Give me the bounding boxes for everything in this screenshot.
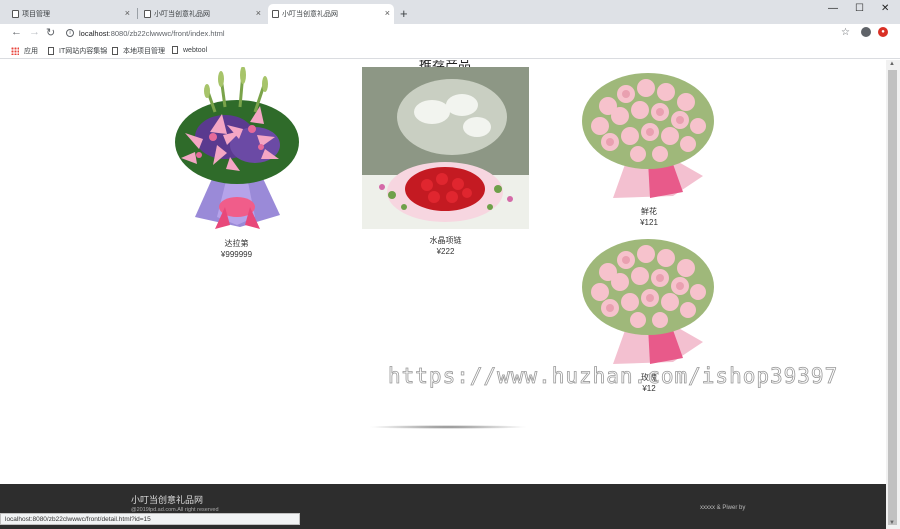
profile-avatar-icon[interactable]	[861, 27, 871, 37]
footer-powered-by: xxxxx & Piwer by	[700, 505, 746, 511]
bookmark-it-sites[interactable]: IT网站内容集锦	[48, 46, 107, 56]
bookmarks-bar: 应用 IT网站内容集锦 本地项目管理 webtool	[0, 42, 900, 59]
navigation-bar: ← → ↻ i localhost :8080/zb22clwwwc/front…	[0, 24, 900, 42]
bookmark-label: webtool	[183, 46, 208, 54]
tab-separator	[137, 8, 138, 19]
tab-strip: 项目管理 × 小叮当创意礼品网 × 小叮当创意礼品网 × + — ☐ ✕	[0, 0, 900, 24]
tab-title: 小叮当创意礼品网	[154, 11, 210, 18]
scroll-up-arrow-icon[interactable]: ▲	[889, 61, 895, 67]
close-window-button[interactable]: ✕	[881, 3, 889, 14]
bookmark-local-projects[interactable]: 本地项目管理	[112, 46, 165, 56]
product-image-pink-carnations[interactable]	[578, 66, 720, 200]
bookmark-star-icon[interactable]: ☆	[841, 27, 850, 38]
bookmark-label: IT网站内容集锦	[59, 48, 108, 55]
url-path: :8080/zb22clwwwc/front/index.html	[108, 28, 225, 38]
page-icon	[12, 10, 19, 18]
new-tab-button[interactable]: +	[400, 6, 408, 21]
product-price: ¥121	[640, 218, 658, 227]
extension-icon[interactable]: ●	[878, 27, 888, 37]
forward-arrow-icon[interactable]: →	[29, 26, 40, 38]
product-card[interactable]: 鲜花 ¥121	[578, 66, 720, 227]
back-arrow-icon[interactable]: ←	[11, 26, 22, 38]
product-card[interactable]: 水晶项链 ¥222	[362, 67, 529, 256]
bookmark-label: 本地项目管理	[123, 48, 165, 55]
page-icon	[112, 47, 118, 55]
scroll-thumb[interactable]	[888, 70, 897, 525]
product-image-roses-gift[interactable]	[362, 67, 529, 229]
apps-grid-icon	[11, 47, 19, 55]
browser-window: 项目管理 × 小叮当创意礼品网 × 小叮当创意礼品网 × + — ☐ ✕ ← →…	[0, 0, 900, 529]
product-price: ¥222	[436, 247, 455, 256]
scroll-down-arrow-icon[interactable]: ▼	[889, 520, 895, 526]
product-name[interactable]: 达拉第	[155, 238, 318, 249]
address-bar[interactable]: i localhost :8080/zb22clwwwc/front/index…	[66, 26, 852, 40]
page-icon	[172, 46, 178, 54]
close-tab-icon[interactable]: ×	[256, 8, 261, 18]
product-image-lily-bouquet[interactable]	[155, 67, 318, 232]
product-card[interactable]: 达拉第 ¥999999	[155, 67, 318, 259]
maximize-button[interactable]: ☐	[855, 3, 864, 14]
vertical-scrollbar[interactable]: ▲ ▼	[886, 60, 900, 529]
tab-title: 项目管理	[22, 11, 50, 18]
watermark-text: https://www.huzhan.com/ishop39397	[388, 364, 839, 389]
section-divider	[368, 425, 528, 429]
url-host: localhost	[79, 28, 109, 38]
product-name[interactable]: 水晶项链	[362, 235, 529, 246]
page-content: 推荐产品 达拉第 ¥999999 水晶项链 ¥222 鲜花 ¥121 玫瑰 ¥1…	[0, 60, 886, 529]
bookmark-apps[interactable]: 应用	[11, 46, 38, 56]
tab-gift-site-1[interactable]: 小叮当创意礼品网 ×	[140, 4, 265, 24]
close-tab-icon[interactable]: ×	[385, 8, 390, 18]
close-tab-icon[interactable]: ×	[125, 8, 130, 18]
status-bar-url: localhost:8080/zb22clwwwc/front/detail.h…	[0, 513, 300, 525]
bookmark-label: 应用	[24, 48, 38, 55]
reload-icon[interactable]: ↻	[46, 26, 55, 39]
info-icon[interactable]: i	[66, 29, 74, 37]
product-image-pink-carnations[interactable]	[578, 232, 720, 366]
tab-title: 小叮当创意礼品网	[282, 11, 338, 18]
page-icon	[272, 10, 279, 18]
footer-title: 小叮当创意礼品网	[131, 495, 204, 505]
bookmark-webtool[interactable]: webtool	[172, 46, 207, 54]
product-name[interactable]: 鲜花	[578, 206, 720, 217]
product-price: ¥999999	[220, 250, 253, 259]
minimize-button[interactable]: —	[828, 3, 838, 14]
tab-project-management[interactable]: 项目管理 ×	[8, 4, 134, 24]
tab-gift-site-active[interactable]: 小叮当创意礼品网 ×	[268, 4, 394, 24]
page-icon	[48, 47, 54, 55]
page-icon	[144, 10, 151, 18]
